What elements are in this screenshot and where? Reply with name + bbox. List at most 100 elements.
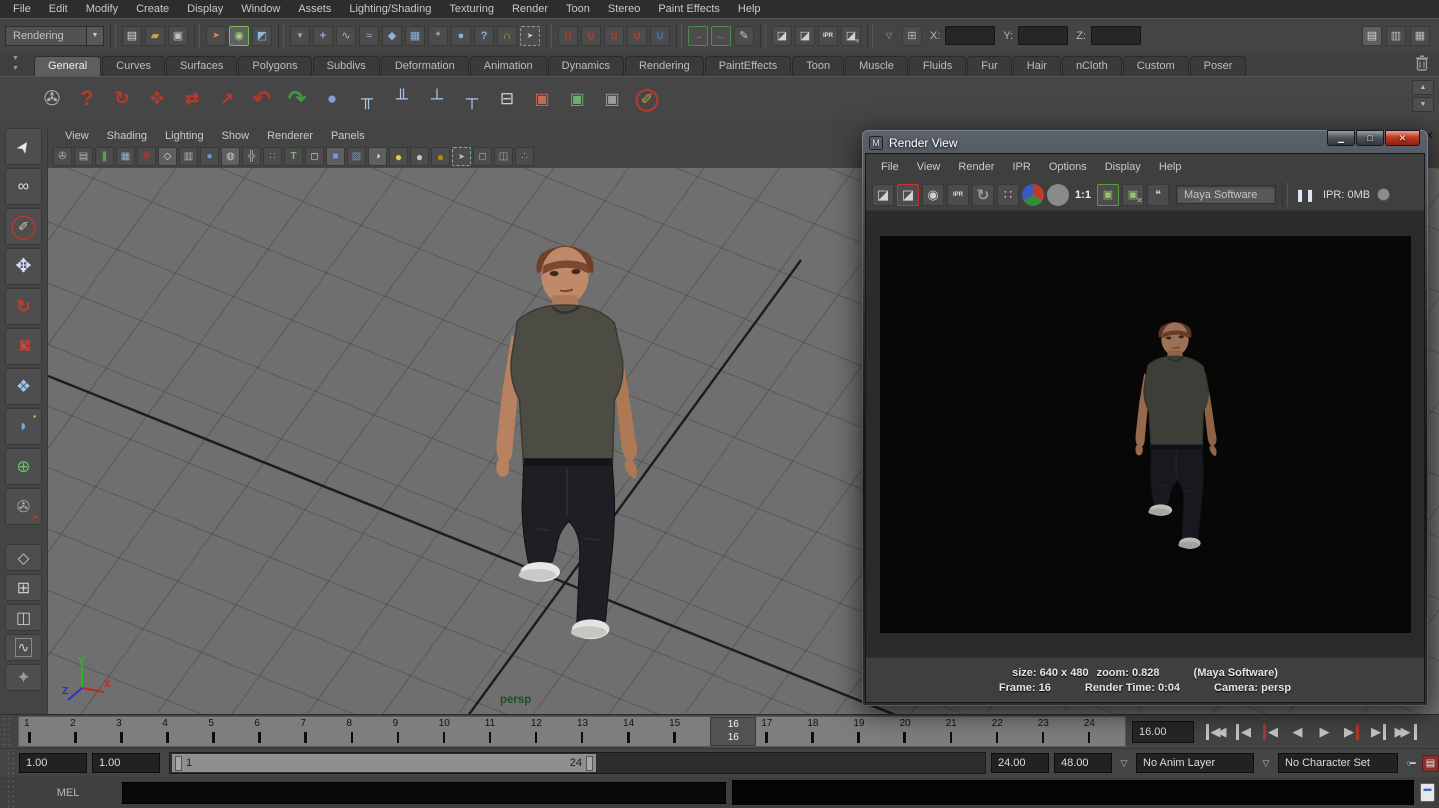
animation-end-field[interactable]: 48.00 xyxy=(1054,753,1112,773)
snap-curve-icon[interactable] xyxy=(581,26,601,46)
mask-all-icon[interactable] xyxy=(290,26,310,46)
menu-item[interactable]: Lighting xyxy=(156,130,213,142)
parent-icon[interactable] xyxy=(386,83,418,115)
menu-item[interactable]: Shading xyxy=(98,130,156,142)
group-divider[interactable] xyxy=(676,24,682,48)
delete-unused-icon[interactable] xyxy=(316,83,348,115)
frame-tick[interactable]: 9 xyxy=(388,717,434,746)
animation-start-field[interactable]: 1.00 xyxy=(19,753,87,773)
textured-icon[interactable] xyxy=(347,147,366,166)
menu-item[interactable]: Texturing xyxy=(440,3,503,15)
playback-end-field[interactable]: 24.00 xyxy=(991,753,1049,773)
menu-item[interactable]: Render xyxy=(503,3,557,15)
menu-item[interactable]: View xyxy=(56,130,98,142)
current-frame-marker[interactable]: 16 16 xyxy=(710,717,756,746)
group-icon[interactable] xyxy=(351,83,383,115)
playback-range[interactable]: 1 24 xyxy=(172,754,596,772)
isolate-select-icon[interactable] xyxy=(452,147,471,166)
menu-item[interactable]: Help xyxy=(729,3,770,15)
frame-tick[interactable]: 7 xyxy=(295,717,341,746)
pan-zoom-icon[interactable] xyxy=(137,147,156,166)
menu-item[interactable]: Display xyxy=(178,3,232,15)
keep-image-icon[interactable] xyxy=(1097,184,1119,206)
xray-joints-icon[interactable] xyxy=(494,147,513,166)
resolution-gate-icon[interactable] xyxy=(200,147,219,166)
display-rgb-icon[interactable] xyxy=(1022,184,1044,206)
menu-item[interactable]: Renderer xyxy=(258,130,322,142)
mask-rendering-icon[interactable] xyxy=(451,26,471,46)
ipr-region-icon[interactable] xyxy=(997,184,1019,206)
show-manipulator-icon[interactable] xyxy=(5,448,42,485)
chevron-down-icon[interactable]: ▼ xyxy=(12,65,19,72)
track-tool-icon[interactable] xyxy=(141,83,173,115)
ipr-render-icon[interactable] xyxy=(947,184,969,206)
render-current-frame-icon[interactable] xyxy=(795,26,815,46)
snap-point-icon[interactable] xyxy=(604,26,624,46)
image-plane-icon[interactable] xyxy=(116,147,135,166)
universal-manipulator-icon[interactable] xyxy=(5,368,42,405)
rotate-tool-icon[interactable] xyxy=(5,288,42,325)
soft-modification-icon[interactable] xyxy=(5,408,42,445)
frame-tick[interactable]: 11 xyxy=(480,717,526,746)
no-lighting-icon[interactable] xyxy=(431,147,450,166)
frame-tick[interactable]: 19 xyxy=(848,717,894,746)
shelf-menu-arrows[interactable]: ▼ ▼ xyxy=(12,55,19,72)
mask-misc-icon[interactable] xyxy=(474,26,494,46)
range-start-handle[interactable] xyxy=(175,756,182,771)
hypergraph-icon[interactable] xyxy=(491,83,523,115)
y-coordinate-field[interactable] xyxy=(1018,26,1068,45)
group-divider[interactable] xyxy=(760,24,766,48)
character-set-field[interactable]: No Character Set xyxy=(1278,753,1398,773)
menu-item[interactable]: Options xyxy=(1040,161,1096,173)
shelf-tab[interactable]: General xyxy=(34,56,101,76)
shelf-tab[interactable]: Fluids xyxy=(909,56,966,76)
chevron-down-icon[interactable]: ▼ xyxy=(87,26,104,46)
current-time-field[interactable]: 16.00 xyxy=(1132,721,1194,743)
paint-select-tool-icon[interactable] xyxy=(5,208,42,245)
menu-item[interactable]: File xyxy=(872,161,908,173)
group-divider[interactable] xyxy=(194,24,200,48)
save-scene-icon[interactable] xyxy=(168,26,188,46)
menu-item[interactable]: Stereo xyxy=(599,3,649,15)
film-gate-icon[interactable] xyxy=(179,147,198,166)
sculpt-tool-icon[interactable] xyxy=(631,83,663,115)
layout-persp-graph-icon[interactable] xyxy=(5,634,42,661)
frame-tick[interactable]: 10 xyxy=(434,717,480,746)
command-language-label[interactable]: MEL xyxy=(20,787,116,799)
maximize-icon[interactable] xyxy=(1356,130,1384,146)
close-icon[interactable] xyxy=(1385,130,1420,146)
grid-icon[interactable] xyxy=(158,147,177,166)
play-forward-icon[interactable] xyxy=(1311,720,1338,744)
xray-icon[interactable] xyxy=(473,147,492,166)
go-to-end-icon[interactable] xyxy=(1392,720,1419,744)
frame-tick[interactable]: 4 xyxy=(157,717,203,746)
trash-icon[interactable] xyxy=(1415,55,1429,71)
menu-item[interactable]: View xyxy=(908,161,950,173)
shelf-tab[interactable]: Dynamics xyxy=(548,56,624,76)
frame-tick[interactable]: 24 xyxy=(1079,717,1125,746)
help-icon[interactable] xyxy=(71,83,103,115)
zoom-tool-icon[interactable] xyxy=(211,83,243,115)
rendered-image[interactable] xyxy=(880,236,1411,633)
mask-surfaces-icon[interactable] xyxy=(382,26,402,46)
layout-hypergraph-icon[interactable] xyxy=(5,664,42,691)
mask-curves-icon[interactable] xyxy=(359,26,379,46)
ungroup-icon[interactable] xyxy=(456,83,488,115)
select-object-icon[interactable] xyxy=(229,26,249,46)
input-connections-icon[interactable] xyxy=(688,26,708,46)
lock-selection-icon[interactable] xyxy=(497,26,517,46)
smooth-shade-icon[interactable] xyxy=(326,147,345,166)
frame-tick[interactable]: 22 xyxy=(987,717,1033,746)
layout-outliner-persp-icon[interactable] xyxy=(5,604,42,631)
use-all-lights-icon[interactable] xyxy=(368,147,387,166)
script-info-icon[interactable] xyxy=(1147,184,1169,206)
shelf-tab[interactable]: Subdivs xyxy=(313,56,380,76)
plugin-objects-icon[interactable] xyxy=(515,147,534,166)
shelf-tab[interactable]: Rendering xyxy=(625,56,704,76)
shelf-tab[interactable]: Animation xyxy=(470,56,547,76)
frame-tick[interactable]: 13 xyxy=(572,717,618,746)
character-set-menu-icon[interactable] xyxy=(1259,753,1273,773)
shelf-tab[interactable]: Toon xyxy=(792,56,844,76)
group-divider[interactable] xyxy=(867,24,873,48)
open-scene-icon[interactable] xyxy=(145,26,165,46)
